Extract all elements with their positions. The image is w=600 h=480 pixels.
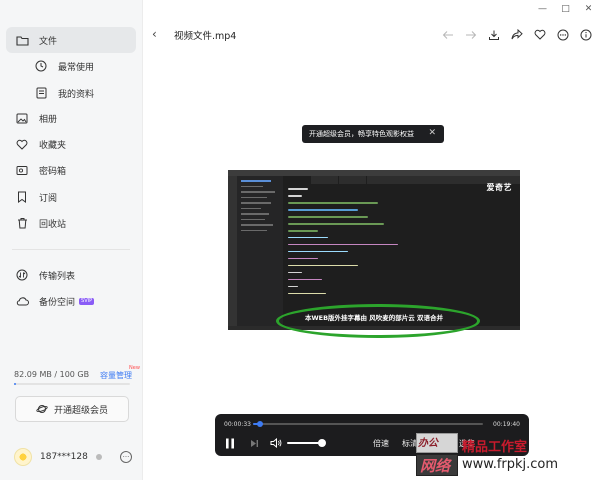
favorite-heart-icon[interactable] — [531, 26, 548, 43]
trash-icon — [15, 216, 29, 230]
video-editor-code — [288, 188, 488, 300]
sidebar-item-label: 文件 — [39, 36, 58, 47]
volume-handle[interactable] — [318, 439, 326, 447]
sidebar-item-label: 最常使用 — [58, 62, 95, 73]
current-time: 00:00:33 — [224, 421, 251, 428]
svip-badge: SVIP — [79, 297, 95, 305]
sidebar-item-backup[interactable]: 备份空间 SVIP — [6, 288, 136, 314]
sidebar-item-label: 我的资料 — [58, 89, 95, 100]
download-icon[interactable] — [485, 26, 502, 43]
sidebar-item-files[interactable]: 文件 — [6, 27, 136, 53]
toolbar-actions — [439, 26, 594, 43]
cloud-icon — [15, 294, 29, 308]
watermark-url: www.frpkj.com — [462, 457, 559, 472]
bookmark-icon — [15, 190, 29, 204]
sidebar-item-label: 相册 — [39, 114, 58, 125]
watermark-logo-top-text: 办公 — [418, 438, 438, 449]
maximize-button[interactable]: □ — [554, 0, 577, 18]
video-editor-sidebar — [237, 176, 283, 326]
vip-promo-banner[interactable]: 开通超级会员，畅享特色观影权益 ✕ — [302, 125, 444, 143]
iqiyi-logo: 爱奇艺 — [486, 183, 512, 192]
user-status-dot — [95, 454, 102, 460]
sidebar: 文件 最常使用 我的资料 相册 收藏夹 密码箱 订阅 回收站 传输列表 备份空间… — [0, 0, 143, 480]
next-arrow-icon[interactable] — [462, 26, 479, 43]
storage-progress-fill — [14, 383, 16, 385]
more-circle-icon[interactable] — [554, 26, 571, 43]
open-vip-button[interactable]: 开通超级会员 — [15, 396, 129, 422]
sidebar-item-label: 订阅 — [39, 193, 58, 204]
seek-handle[interactable] — [256, 421, 263, 427]
vip-promo-text: 开通超级会员，畅享特色观影权益 — [309, 130, 414, 138]
sidebar-item-subscribe[interactable]: 订阅 — [6, 184, 136, 210]
back-button[interactable]: ‹ — [152, 27, 157, 41]
video-editor-activity-bar — [228, 176, 237, 326]
video-editor-tabs — [283, 176, 520, 184]
minimize-button[interactable]: — — [531, 0, 554, 18]
safe-icon — [15, 163, 29, 177]
speed-button[interactable]: 倍速 — [373, 438, 389, 449]
transfer-icon — [15, 268, 29, 282]
volume-icon[interactable] — [269, 436, 283, 450]
open-vip-label: 开通超级会员 — [53, 405, 108, 416]
total-time: 00:19:40 — [493, 421, 520, 428]
sidebar-divider — [12, 249, 130, 250]
viewer-toolbar: ‹ 视频文件.mp4 — [144, 18, 600, 52]
document-icon — [34, 86, 48, 100]
prev-arrow-icon[interactable] — [439, 26, 456, 43]
sidebar-item-photos[interactable]: 相册 — [6, 105, 136, 131]
sidebar-item-label: 传输列表 — [39, 271, 76, 282]
sidebar-item-label: 密码箱 — [39, 166, 67, 177]
sidebar-item-label: 回收站 — [39, 219, 67, 230]
pause-button[interactable] — [223, 436, 237, 450]
new-badge: New — [129, 365, 140, 371]
file-title: 视频文件.mp4 — [174, 31, 237, 42]
sidebar-item-my-docs[interactable]: 我的资料 — [6, 80, 136, 106]
user-profile[interactable]: 187***128 ··· — [14, 447, 132, 467]
recent-clock-icon — [34, 59, 48, 73]
sidebar-item-transfers[interactable]: 传输列表 — [6, 262, 136, 288]
sidebar-item-safe[interactable]: 密码箱 — [6, 157, 136, 183]
subtitle-highlight-ellipse — [276, 304, 480, 338]
close-icon[interactable]: ✕ — [428, 128, 436, 138]
seek-bar[interactable] — [253, 423, 483, 425]
storage-manage-link[interactable]: 容量管理 — [100, 370, 132, 381]
sidebar-item-label: 收藏夹 — [39, 140, 67, 151]
watermark-logo-bottom-text: 网络 — [420, 457, 451, 475]
heart-icon — [15, 137, 29, 151]
watermark-studio-name: 精品工作室 — [462, 440, 528, 455]
avatar[interactable] — [14, 448, 32, 466]
user-more-button[interactable]: ··· — [120, 451, 132, 463]
info-icon[interactable] — [577, 26, 594, 43]
storage-progress-bar — [14, 383, 130, 385]
photo-icon — [15, 111, 29, 125]
sidebar-item-trash[interactable]: 回收站 — [6, 210, 136, 236]
sidebar-item-recent[interactable]: 最常使用 — [6, 53, 136, 79]
folder-icon — [15, 33, 29, 47]
sidebar-item-favorites[interactable]: 收藏夹 — [6, 131, 136, 157]
user-name: 187***128 — [40, 452, 88, 462]
close-window-button[interactable]: ✕ — [577, 0, 600, 18]
storage-usage-text: 82.09 MB / 100 GB — [14, 370, 90, 379]
sidebar-item-label: 备份空间 — [39, 297, 76, 308]
share-icon[interactable] — [508, 26, 525, 43]
planet-icon — [36, 403, 48, 415]
window-controls: — □ ✕ — [531, 0, 600, 18]
next-episode-icon[interactable] — [247, 436, 261, 450]
